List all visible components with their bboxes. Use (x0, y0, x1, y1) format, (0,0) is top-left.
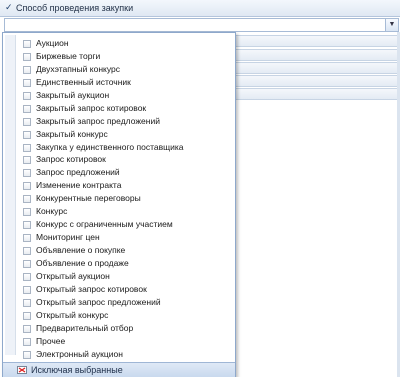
option-label: Аукцион (36, 38, 69, 48)
option-item[interactable]: Электронный аукцион (3, 348, 235, 361)
combo-dropdown-arrow-icon[interactable]: ▼ (385, 18, 399, 32)
option-item[interactable]: Закрытый запрос котировок (3, 102, 235, 115)
option-label: Конкурс (36, 206, 68, 217)
option-checkbox[interactable] (23, 40, 31, 48)
option-checkbox[interactable] (23, 208, 31, 217)
option-checkbox[interactable] (23, 130, 31, 139)
option-label: Предварительный отбор (36, 322, 134, 333)
option-label: Объявление о продаже (36, 257, 129, 268)
option-item[interactable]: Открытый запрос котировок (3, 283, 235, 296)
option-checkbox[interactable] (23, 221, 31, 230)
option-checkbox[interactable] (23, 234, 31, 243)
option-checkbox[interactable] (23, 104, 31, 113)
option-list: Аукцион Биржевые торги Двухэтапный конкурс… (3, 37, 235, 360)
option-label: Открытый запрос котировок (36, 283, 147, 294)
filter-panel-header[interactable]: ✓ Способ проведения закупки (0, 0, 400, 17)
option-item[interactable]: Биржевые торги (3, 50, 235, 63)
option-label: Единственный источник (36, 76, 131, 87)
option-item[interactable]: Закрытый конкурс (3, 128, 235, 141)
option-item[interactable]: Двухэтапный конкурс (3, 63, 235, 76)
option-item[interactable]: Конкурс (3, 205, 235, 218)
option-label: Объявление о покупке (36, 245, 126, 255)
exclude-selected-button[interactable]: Исключая выбранные (3, 362, 235, 377)
option-label: Конкурс с ограниченным участием (36, 219, 173, 230)
option-item[interactable]: Единственный источник (3, 76, 235, 89)
option-item[interactable]: Предварительный отбор (3, 322, 235, 335)
option-checkbox[interactable] (23, 259, 31, 268)
procurement-method-dropdown: Аукцион Биржевые торги Двухэтапный конкурс… (2, 32, 236, 377)
option-item[interactable]: Объявление о покупке (3, 244, 235, 257)
option-checkbox[interactable] (23, 324, 31, 333)
option-label: Открытый аукцион (36, 270, 110, 281)
option-item[interactable]: Открытый аукцион (3, 270, 235, 283)
option-label: Открытый конкурс (36, 309, 109, 320)
option-label: Мониторинг цен (36, 232, 100, 243)
option-checkbox[interactable] (23, 78, 31, 87)
exclude-selected-label: Исключая выбранные (31, 365, 123, 375)
collapse-check-icon[interactable]: ✓ (5, 2, 13, 13)
option-item[interactable]: Закрытый запрос предложений (3, 115, 235, 128)
option-label: Прочее (36, 335, 66, 346)
option-label: Изменение контракта (36, 180, 122, 191)
option-item[interactable]: Закупка у единственного поставщика (3, 141, 235, 154)
option-label: Электронный аукцион (36, 348, 123, 359)
option-label: Закрытый запрос котировок (36, 102, 147, 113)
option-label: Закрытый аукцион (36, 89, 110, 100)
option-item[interactable]: Конкурс с ограниченным участием (3, 218, 235, 231)
option-label: Запрос котировок (36, 154, 106, 165)
option-item[interactable]: Конкурентные переговоры (3, 192, 235, 205)
option-item[interactable]: Аукцион (3, 37, 235, 50)
option-item[interactable]: Объявление о продаже (3, 257, 235, 270)
clear-filter-icon (17, 366, 27, 374)
option-checkbox[interactable] (23, 143, 31, 152)
option-checkbox[interactable] (23, 91, 31, 100)
option-checkbox[interactable] (23, 156, 31, 165)
option-checkbox[interactable] (23, 65, 31, 74)
option-item[interactable]: Открытый конкурс (3, 309, 235, 322)
option-label: Закрытый конкурс (36, 128, 108, 139)
option-label: Закупка у единственного поставщика (36, 141, 184, 152)
option-checkbox[interactable] (23, 52, 31, 61)
option-checkbox[interactable] (23, 350, 31, 359)
option-item[interactable]: Запрос предложений (3, 166, 235, 179)
option-checkbox[interactable] (23, 337, 31, 346)
option-label: Биржевые торги (36, 50, 101, 61)
option-item[interactable]: Прочее (3, 335, 235, 348)
procurement-method-combo[interactable] (4, 18, 390, 32)
option-checkbox[interactable] (23, 195, 31, 204)
option-checkbox[interactable] (23, 272, 31, 281)
option-label: Конкурентные переговоры (36, 193, 141, 204)
option-checkbox[interactable] (23, 285, 31, 294)
option-label: Открытый запрос предложений (36, 296, 161, 307)
option-checkbox[interactable] (23, 311, 31, 320)
option-checkbox[interactable] (23, 247, 31, 255)
option-item[interactable]: Изменение контракта (3, 179, 235, 192)
filter-title: Способ проведения закупки (16, 3, 134, 13)
option-checkbox[interactable] (23, 117, 31, 126)
option-item[interactable]: Закрытый аукцион (3, 89, 235, 102)
option-checkbox[interactable] (23, 182, 31, 191)
option-checkbox[interactable] (23, 169, 31, 178)
option-item[interactable]: Мониторинг цен (3, 231, 235, 244)
option-checkbox[interactable] (23, 298, 31, 307)
option-item[interactable]: Открытый запрос предложений (3, 296, 235, 309)
option-label: Двухэтапный конкурс (36, 63, 120, 74)
option-label: Закрытый запрос предложений (36, 115, 160, 126)
option-label: Запрос предложений (36, 167, 120, 178)
option-item[interactable]: Запрос котировок (3, 153, 235, 166)
